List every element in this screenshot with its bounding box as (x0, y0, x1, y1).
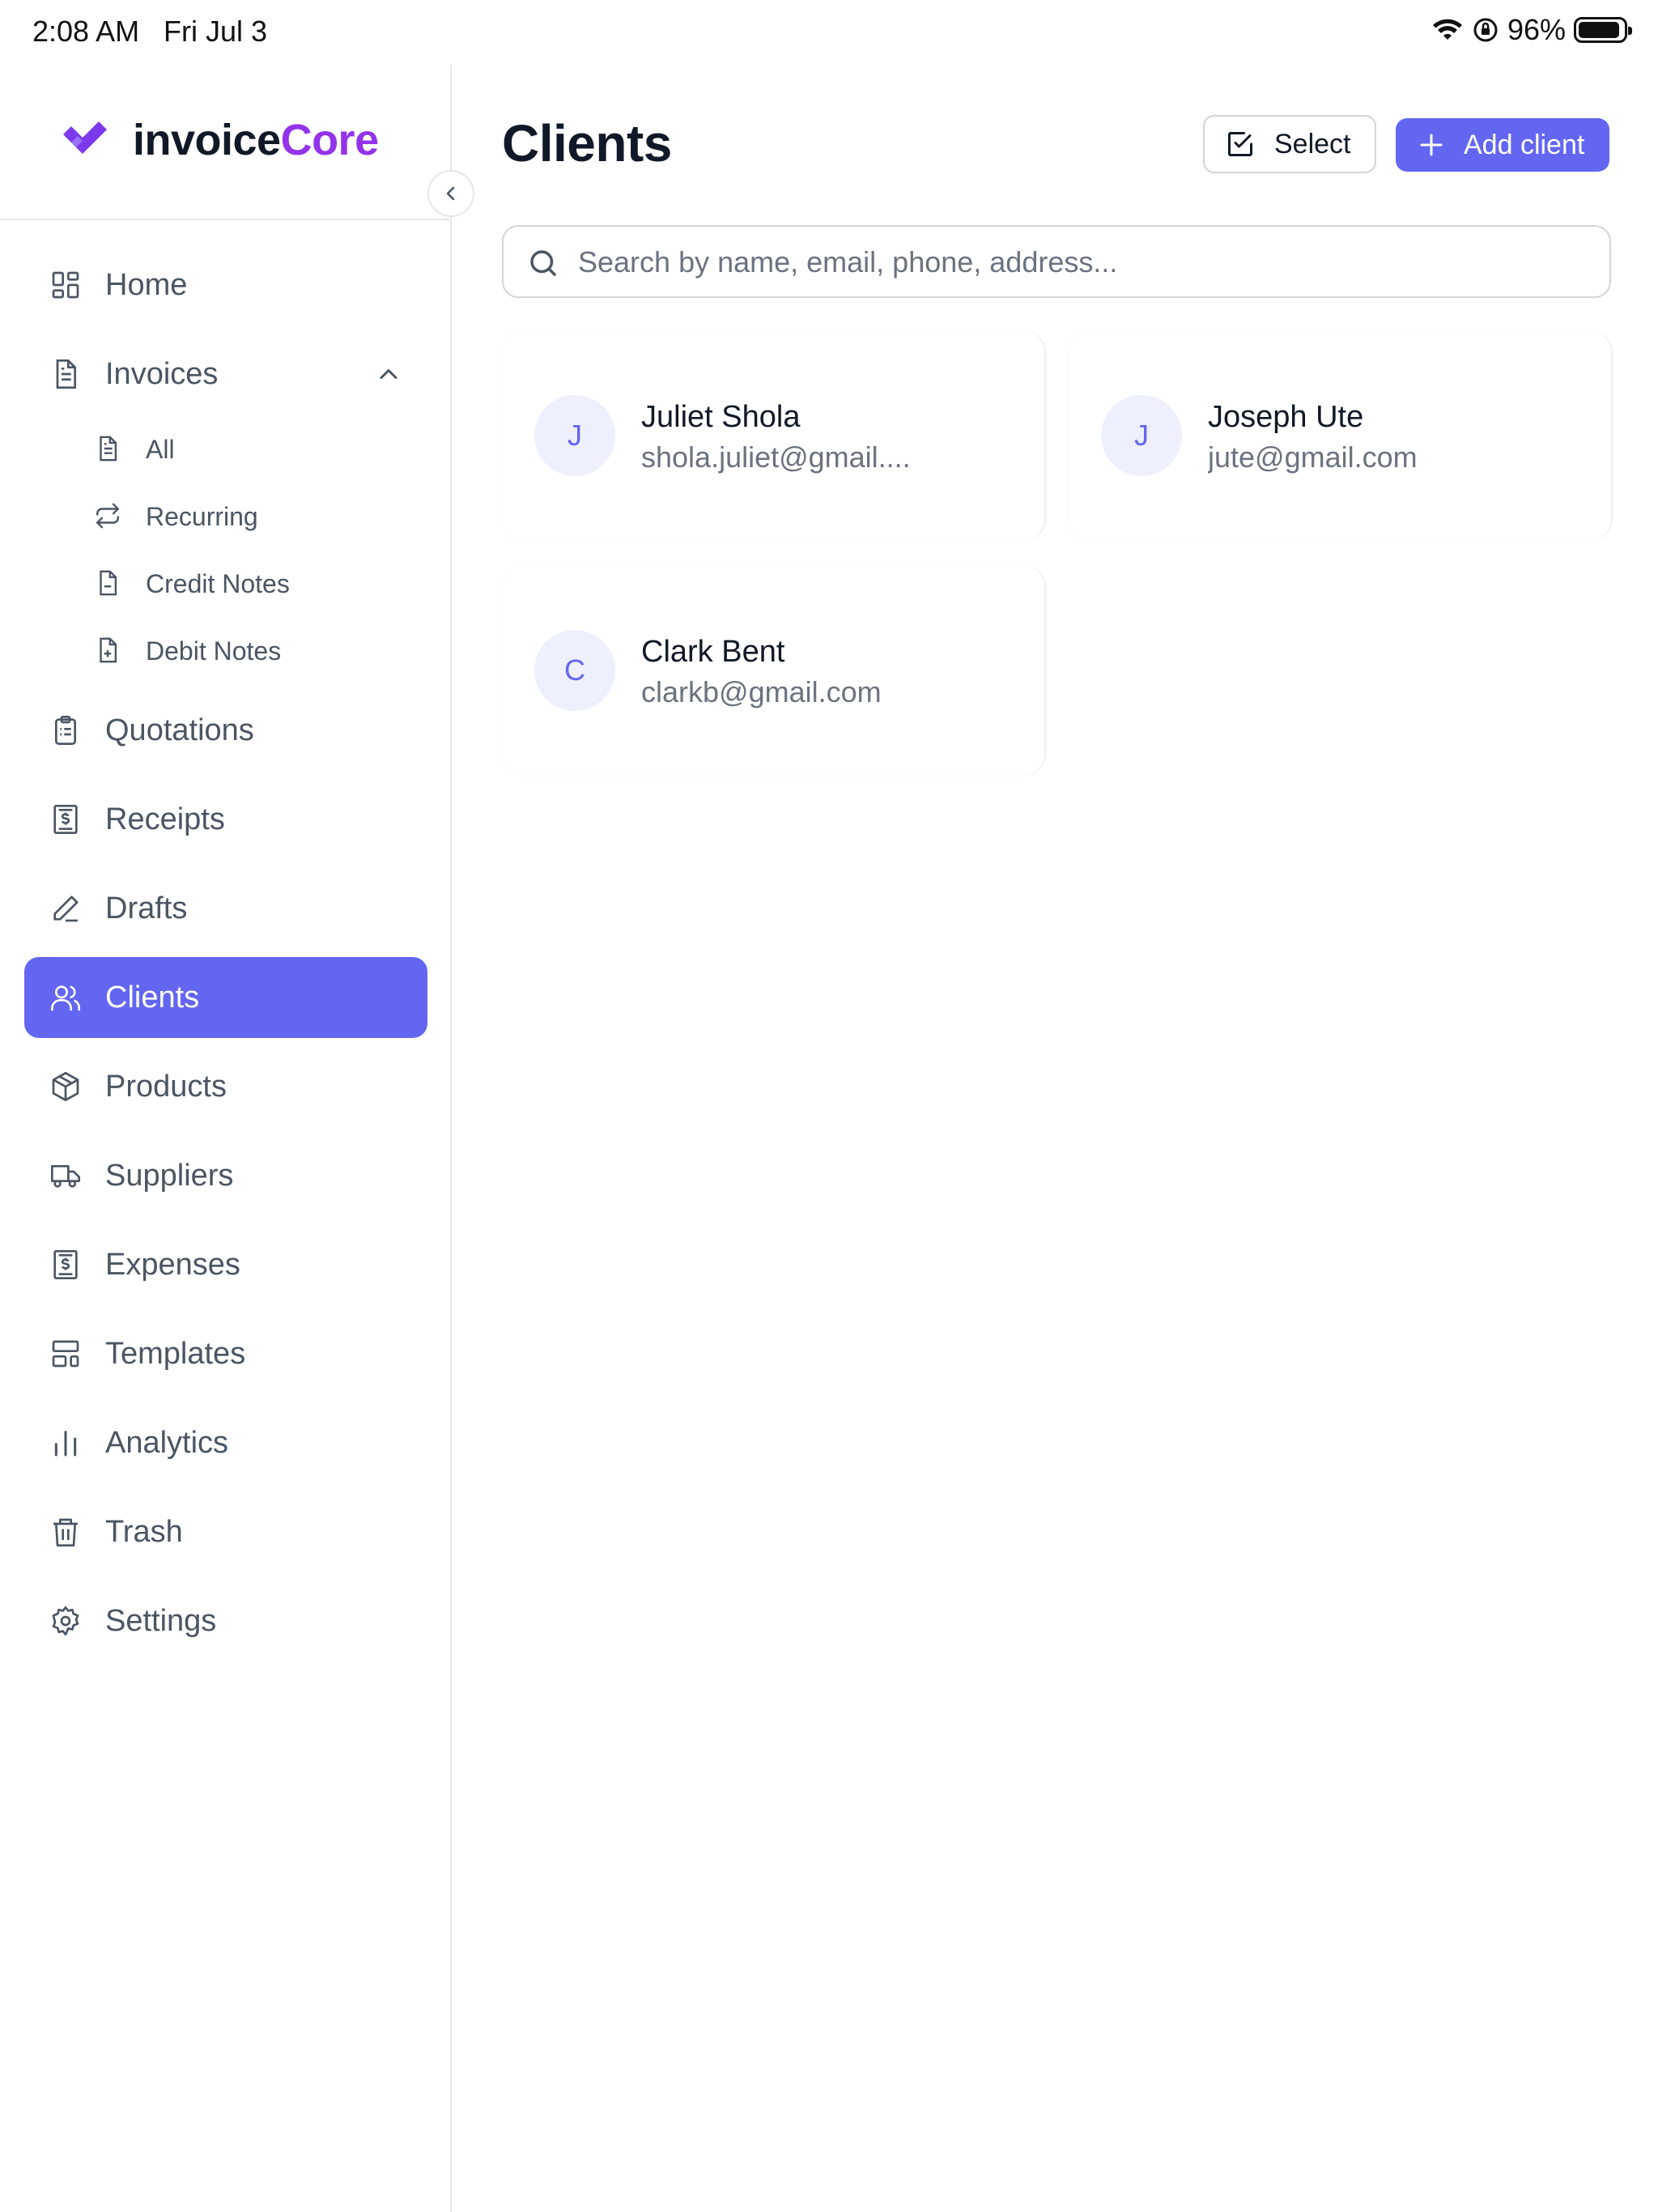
users-icon (49, 981, 83, 1015)
client-card-juliet-shola[interactable]: J Juliet Shola shola.juliet@gmail.... (502, 330, 1046, 541)
client-name: Joseph Ute (1208, 400, 1364, 434)
sidebar-subitem-label: Debit Notes (146, 636, 282, 666)
sidebar-item-label: Receipts (105, 802, 225, 836)
sidebar-item-label: Products (105, 1069, 227, 1104)
sidebar-item-label: Suppliers (105, 1158, 234, 1193)
sidebar-item-trash[interactable]: Trash (24, 1491, 427, 1572)
sidebar-item-suppliers[interactable]: Suppliers (24, 1135, 427, 1216)
credit-note-icon (94, 569, 123, 598)
client-card-clark-bent[interactable]: C Clark Bent clarkb@gmail.com (502, 565, 1046, 776)
client-name: Juliet Shola (641, 400, 801, 434)
chevron-left-icon (446, 186, 455, 201)
checkbox-icon (1228, 132, 1252, 156)
truck-icon (49, 1159, 83, 1193)
sidebar-item-label: Expenses (105, 1247, 240, 1282)
sidebar-item-label: Drafts (105, 891, 188, 925)
avatar: C (534, 630, 615, 711)
sidebar-subitem-all[interactable]: All (89, 421, 413, 478)
avatar: J (1101, 395, 1182, 476)
sidebar-item-label: Invoices (105, 356, 219, 391)
document-icon (94, 435, 123, 464)
box-icon (49, 1070, 83, 1104)
search-bar[interactable] (502, 225, 1611, 298)
pen-icon (49, 891, 83, 925)
rotation-lock-icon (1473, 18, 1498, 42)
sidebar-item-templates[interactable]: Templates (24, 1313, 427, 1394)
sidebar-item-label: Home (105, 267, 188, 302)
receipt-icon (49, 802, 83, 836)
select-button-label: Select (1274, 128, 1351, 160)
sidebar-item-settings[interactable]: Settings (24, 1580, 427, 1661)
debit-note-icon (94, 636, 123, 666)
sidebar-subitem-debit-notes[interactable]: Debit Notes (89, 623, 413, 679)
page-title: Clients (502, 114, 672, 172)
sidebar-item-receipts[interactable]: Receipts (24, 779, 427, 860)
brand-logo[interactable]: invoiceCore (60, 115, 379, 165)
sidebar-item-label: Analytics (105, 1425, 229, 1460)
sidebar-subitem-label: All (146, 434, 175, 464)
client-name: Clark Bent (641, 635, 785, 669)
sidebar-item-label: Templates (105, 1336, 246, 1371)
sidebar-item-products[interactable]: Products (24, 1046, 427, 1127)
client-email: jute@gmail.com (1208, 440, 1418, 474)
repeat-icon (94, 502, 123, 531)
status-date: Fri Jul 3 (164, 15, 268, 48)
brand-name: invoiceCore (133, 115, 379, 165)
avatar: J (534, 395, 615, 476)
bar-chart-icon (49, 1426, 83, 1460)
trash-icon (49, 1515, 83, 1549)
receipt-icon (49, 1248, 83, 1282)
brand-name-part2: Core (280, 116, 380, 164)
plus-icon (1420, 134, 1443, 156)
sidebar-item-invoices[interactable]: Invoices (24, 334, 427, 415)
collapse-sidebar-button[interactable] (427, 170, 474, 217)
add-client-button-label: Add client (1464, 129, 1585, 160)
client-email: clarkb@gmail.com (641, 675, 882, 708)
clipboard-icon (49, 713, 83, 747)
brand-name-part1: invoice (133, 116, 281, 164)
sidebar-subitem-label: Recurring (146, 501, 258, 531)
chevron-up-icon[interactable] (374, 359, 403, 389)
sidebar-item-label: Quotations (105, 713, 254, 747)
sidebar-subitem-recurring[interactable]: Recurring (89, 488, 413, 545)
status-time: 2:08 AM (32, 15, 140, 48)
sidebar-item-label: Settings (105, 1603, 217, 1638)
select-button[interactable]: Select (1203, 115, 1376, 173)
sidebar-subitem-label: Credit Notes (146, 568, 290, 598)
brand-mark-icon (63, 121, 107, 154)
client-email: shola.juliet@gmail.... (641, 440, 911, 474)
add-client-button[interactable]: Add client (1396, 118, 1609, 172)
sidebar-item-label: Trash (105, 1514, 183, 1549)
sidebar-divider (0, 219, 452, 220)
status-bar: 2:08 AM Fri Jul 3 96% (0, 0, 1658, 65)
sidebar-item-quotations[interactable]: Quotations (24, 690, 427, 771)
sidebar-item-analytics[interactable]: Analytics (24, 1402, 427, 1483)
wifi-icon (1432, 19, 1462, 40)
search-input[interactable] (578, 235, 1590, 290)
sidebar-item-label: Clients (105, 980, 200, 1015)
client-card-joseph-ute[interactable]: J Joseph Ute jute@gmail.com (1069, 330, 1613, 541)
document-icon (49, 357, 83, 391)
grid-icon (49, 268, 83, 302)
layout-icon (49, 1337, 83, 1371)
battery-percent: 96% (1507, 13, 1566, 46)
gear-icon (49, 1604, 83, 1638)
sidebar-subitem-credit-notes[interactable]: Credit Notes (89, 555, 413, 612)
sidebar-item-clients[interactable]: Clients (24, 957, 427, 1038)
search-icon (530, 250, 556, 276)
sidebar-item-home[interactable]: Home (24, 245, 427, 325)
status-right: 96% (1431, 13, 1632, 47)
sidebar-item-expenses[interactable]: Expenses (24, 1224, 427, 1305)
sidebar-item-drafts[interactable]: Drafts (24, 868, 427, 949)
battery-icon (1574, 17, 1632, 43)
sidebar: invoiceCore Home Invoices All Recurring (0, 65, 474, 2212)
